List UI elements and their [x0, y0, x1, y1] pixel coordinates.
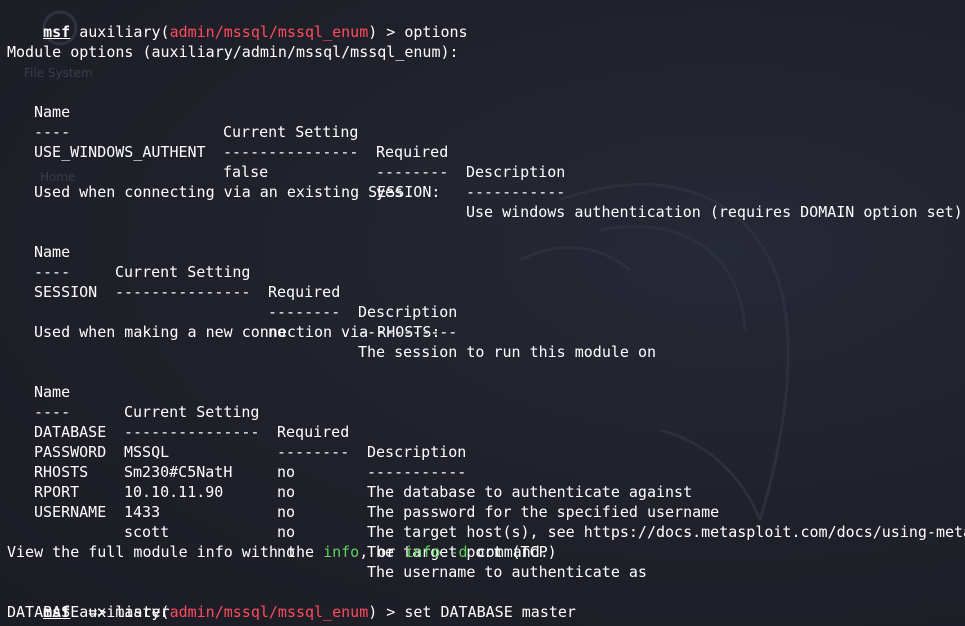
session-heading: Used when connecting via an existing SES… [34, 183, 441, 201]
hint-info-keyword: info [323, 543, 360, 561]
option-description: The username to authenticate as [367, 563, 647, 581]
col-current: Current Setting [124, 403, 260, 421]
option-name: USE_WINDOWS_AUTHENT [34, 143, 206, 161]
option-current: Sm230#C5NatH [124, 463, 233, 481]
rule-required: -------- [376, 163, 449, 181]
option-name: SESSION [34, 283, 98, 301]
rule-current: --------------- [124, 423, 260, 441]
col-required: Required [376, 143, 449, 161]
table-row: SESSION no The session to run this modul… [7, 262, 656, 361]
option-current: 10.10.11.90 [124, 483, 224, 501]
option-current: scott [124, 523, 170, 541]
rule-description: ----------- [367, 463, 467, 481]
command-result: DATABASE => master [7, 603, 170, 621]
rule-required: -------- [277, 443, 350, 461]
module-options-heading: Module options (auxiliary/admin/mssql/ms… [7, 43, 459, 61]
option-required: no [277, 483, 296, 501]
col-current: Current Setting [223, 123, 359, 141]
option-name: USERNAME [34, 503, 107, 521]
prompt-line-2: msf auxiliary(admin/mssql/mssql_enum) > … [7, 582, 576, 621]
hint-info-d-keyword: info -d [404, 543, 468, 561]
table-header: Name Current Setting Required Descriptio… [7, 362, 466, 461]
prompt-open-paren: ( [160, 23, 170, 41]
table-row: RPORT 1433 no The target port (TCP) [7, 462, 557, 561]
table-row: USE_WINDOWS_AUTHENT false yes Use window… [7, 122, 963, 221]
option-description: The password for the specified username [367, 503, 720, 521]
rhosts-heading: Used when making a new connection via RH… [34, 323, 441, 341]
rule-current: --------------- [223, 143, 359, 161]
col-description: Description [466, 163, 566, 181]
col-description: Description [358, 303, 458, 321]
module-info-hint: View the full module info with the info,… [7, 542, 549, 562]
col-required: Required [268, 283, 341, 301]
hint-text: command. [467, 543, 549, 561]
option-current: MSSQL [124, 443, 170, 461]
command-options: options [404, 23, 468, 41]
prompt-module-path: admin/mssql/mssql_enum [169, 603, 369, 621]
hint-text: , or [359, 543, 405, 561]
table-row: RHOSTS 10.10.11.90 no The target host(s)… [7, 442, 965, 541]
option-required: no [277, 523, 296, 541]
prompt-close: ) > [368, 603, 396, 621]
desktop-label-file-system: File System [24, 66, 93, 80]
command-set-database: set DATABASE master [404, 603, 576, 621]
prompt-line-1: msf auxiliary(admin/mssql/mssql_enum) > … [7, 2, 467, 41]
option-description: Use windows authentication (requires DOM… [466, 203, 963, 221]
table-rule: ---- --------------- -------- ----------… [7, 382, 466, 481]
table-row: DATABASE MSSQL no The database to authen… [7, 402, 692, 501]
table-rule: ---- --------------- -------- ----------… [7, 242, 457, 341]
terminal-window[interactable]: File System Home msf auxiliary(admin/mss… [0, 0, 965, 626]
hint-text: View the full module info with the [7, 543, 324, 561]
table-header: Name Current Setting Required Descriptio… [7, 82, 565, 181]
option-current: 1433 [124, 503, 161, 521]
option-description: The session to run this module on [358, 343, 657, 361]
option-required: no [277, 463, 296, 481]
col-required: Required [277, 423, 350, 441]
option-description: The target host(s), see https://docs.met… [367, 523, 965, 541]
rule-current: --------------- [115, 283, 251, 301]
col-description: Description [367, 443, 467, 461]
option-required: no [277, 503, 296, 521]
rule-required: -------- [268, 303, 341, 321]
prompt-msf: msf [43, 23, 71, 41]
prompt-close: ) > [368, 23, 396, 41]
prompt-module-type: auxiliary [79, 23, 161, 41]
rule-description: ----------- [466, 183, 566, 201]
col-current: Current Setting [115, 263, 251, 281]
table-rule: ---- --------------- -------- ----------… [7, 102, 565, 201]
table-row: PASSWORD Sm230#C5NatH no The password fo… [7, 422, 719, 521]
option-description: The database to authenticate against [367, 483, 693, 501]
table-header: Name Current Setting Required Descriptio… [7, 222, 457, 321]
table-row: USERNAME scott no The username to authen… [7, 482, 647, 581]
prompt-module-path: admin/mssql/mssql_enum [169, 23, 369, 41]
option-current: false [223, 163, 269, 181]
